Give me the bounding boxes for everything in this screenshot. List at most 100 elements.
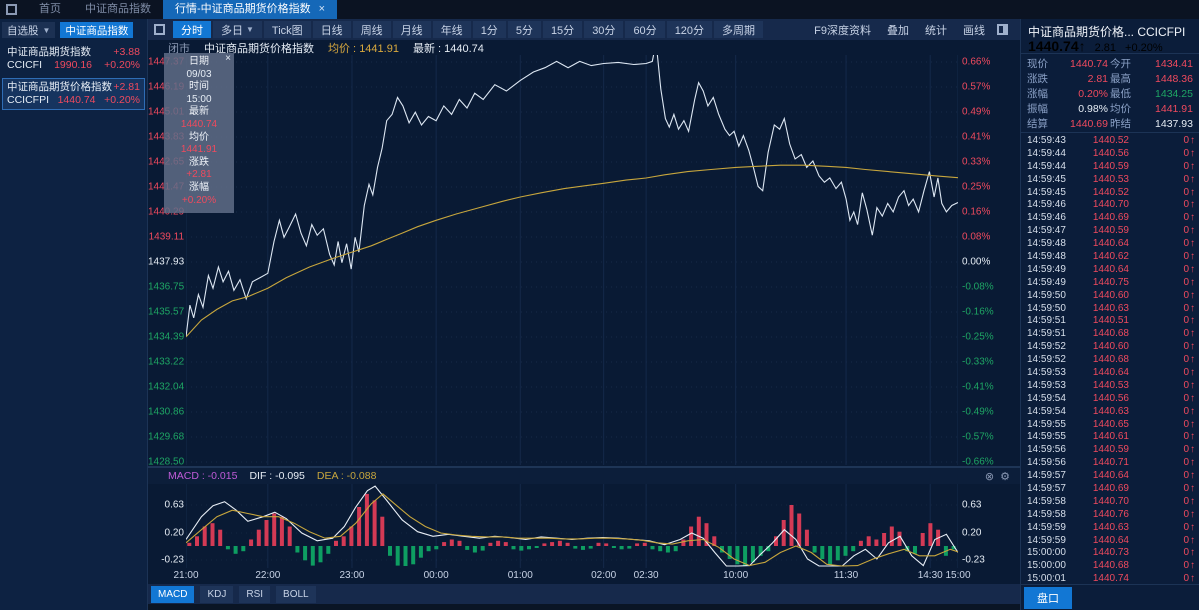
macd-histogram-bar (611, 546, 616, 548)
indicator-tab-rsi[interactable]: RSI (239, 585, 271, 603)
tick-time: 14:59:48 (1027, 250, 1066, 262)
tick-row[interactable]: 14:59:48 1440.62 0 ↑ (1027, 250, 1195, 263)
macd-histogram-bar (496, 540, 501, 546)
intraday-plot[interactable]: 1447.371446.191445.011443.831442.651441.… (148, 53, 1020, 468)
period-button-9[interactable]: 15分 (542, 21, 583, 38)
indicator-tab-boll[interactable]: BOLL (276, 585, 316, 603)
tick-volume: 0 (1183, 366, 1189, 378)
tick-price: 1440.52 (1092, 186, 1129, 198)
tick-row[interactable]: 14:59:50 1440.63 0 ↑ (1027, 302, 1195, 315)
tick-row[interactable]: 15:00:01 1440.74 0 ↑ (1027, 572, 1195, 584)
tick-row[interactable]: 14:59:59 1440.64 0 ↑ (1027, 534, 1195, 547)
up-arrow-icon: ↑ (1190, 276, 1195, 288)
price-change: +2.81 (113, 81, 140, 93)
tick-row[interactable]: 14:59:52 1440.60 0 ↑ (1027, 340, 1195, 353)
gear-icon[interactable]: ⚙ (1000, 470, 1010, 483)
layout-icon[interactable] (154, 24, 165, 35)
tick-volume: 0 (1183, 302, 1189, 314)
period-button-10[interactable]: 30分 (584, 21, 624, 38)
tick-row[interactable]: 14:59:58 1440.76 0 ↑ (1027, 508, 1195, 521)
tick-row[interactable]: 14:59:44 1440.56 0 ↑ (1027, 147, 1195, 160)
macd-histogram-bar (195, 536, 199, 546)
tick-list[interactable]: 14:59:43 1440.52 0 ↑ 14:59:44 1440.56 0 ↑ 14:59:… (1027, 134, 1195, 584)
depth-button[interactable]: 盘口 (1024, 586, 1072, 609)
period-button-5[interactable]: 月线 (392, 21, 431, 38)
tick-row[interactable]: 14:59:51 1440.51 0 ↑ (1027, 314, 1195, 327)
period-button-6[interactable]: 年线 (432, 21, 471, 38)
tick-row[interactable]: 14:59:58 1440.70 0 ↑ (1027, 495, 1195, 508)
window-icon[interactable] (6, 4, 17, 15)
period-button-12[interactable]: 120分 (666, 21, 713, 38)
tab-index-board[interactable]: 中证商品指数 (73, 0, 163, 19)
tick-row[interactable]: 14:59:56 1440.71 0 ↑ (1027, 456, 1195, 469)
close-icon[interactable]: × (225, 53, 231, 64)
tick-row[interactable]: 15:00:00 1440.73 0 ↑ (1027, 547, 1195, 560)
intraday-chart-svg[interactable] (186, 55, 958, 465)
period-button-11[interactable]: 60分 (625, 21, 665, 38)
tick-row[interactable]: 14:59:45 1440.52 0 ↑ (1027, 186, 1195, 199)
tick-row[interactable]: 14:59:43 1440.52 0 ↑ (1027, 134, 1195, 147)
macd-histogram-bar (488, 542, 493, 546)
tick-time: 14:59:53 (1027, 379, 1066, 391)
period-button-7[interactable]: 1分 (472, 21, 506, 38)
tick-row[interactable]: 14:59:46 1440.70 0 ↑ (1027, 198, 1195, 211)
period-button-0[interactable]: 分时 (173, 21, 211, 38)
period-label: 多日 (221, 24, 243, 37)
tick-row[interactable]: 14:59:51 1440.68 0 ↑ (1027, 327, 1195, 340)
last-price: 1990.16 (54, 59, 93, 71)
tick-row[interactable]: 14:59:57 1440.69 0 ↑ (1027, 482, 1195, 495)
data-window-tooltip[interactable]: × 日期 09/03 时间 15:00 最新 1440.74 均价 1441.91 涨跌 +2.8… (164, 53, 234, 213)
up-arrow-icon: ↑ (1190, 354, 1195, 366)
tick-row[interactable]: 14:59:56 1440.59 0 ↑ (1027, 443, 1195, 456)
watchlist-item[interactable]: 中证商品期货指数 +3.88 CCICFI 1990.16 +0.20% (2, 43, 145, 75)
period-button-3[interactable]: 日线 (312, 21, 351, 38)
watchlist-item[interactable]: 中证商品期货价格指数 +2.81 CCICFPI 1440.74 +0.20% (2, 78, 145, 110)
watchlist-group-button[interactable]: 自选股 ▼ (2, 22, 56, 38)
period-button-13[interactable]: 多周期 (714, 21, 764, 38)
tick-row[interactable]: 15:00:00 1440.68 0 ↑ (1027, 559, 1195, 572)
period-button-2[interactable]: Tick图 (263, 21, 311, 38)
macd-chart-svg[interactable] (186, 484, 958, 568)
close-icon[interactable]: × (319, 4, 325, 15)
toolbar-tool-1[interactable]: 叠加 (881, 22, 915, 38)
toolbar-tool-3[interactable]: 画线 (957, 22, 991, 38)
tick-row[interactable]: 14:59:52 1440.68 0 ↑ (1027, 353, 1195, 366)
tab-home[interactable]: 首页 (27, 0, 73, 19)
board-filter-button[interactable]: 中证商品指数 (60, 22, 134, 38)
tick-volume: 0 (1183, 508, 1189, 520)
tick-price: 1440.52 (1092, 134, 1129, 146)
period-button-4[interactable]: 周线 (352, 21, 391, 38)
tick-row[interactable]: 14:59:57 1440.64 0 ↑ (1027, 469, 1195, 482)
tick-row[interactable]: 14:59:54 1440.63 0 ↑ (1027, 405, 1195, 418)
tick-row[interactable]: 14:59:46 1440.69 0 ↑ (1027, 211, 1195, 224)
macd-plot[interactable]: 0.63 0.63 0.20 0.20 -0.23 -0.23 (148, 484, 1020, 568)
tick-row[interactable]: 14:59:55 1440.61 0 ↑ (1027, 430, 1195, 443)
up-arrow-icon: ↑ (1190, 482, 1195, 494)
tick-row[interactable]: 14:59:50 1440.60 0 ↑ (1027, 289, 1195, 302)
tick-row[interactable]: 14:59:44 1440.59 0 ↑ (1027, 160, 1195, 173)
close-circle-icon[interactable]: ⊗ (985, 470, 994, 483)
quote-label: 振幅 (1027, 103, 1048, 115)
tick-row[interactable]: 14:59:48 1440.64 0 ↑ (1027, 237, 1195, 250)
period-button-1[interactable]: 多日 ▼ (213, 21, 262, 38)
toolbar-tool-0[interactable]: F9深度资料 (808, 22, 877, 38)
tick-row[interactable]: 14:59:47 1440.59 0 ↑ (1027, 224, 1195, 237)
tick-row[interactable]: 14:59:49 1440.75 0 ↑ (1027, 276, 1195, 289)
tick-time: 14:59:50 (1027, 289, 1066, 301)
tick-price: 1440.60 (1092, 289, 1129, 301)
tick-row[interactable]: 14:59:53 1440.53 0 ↑ (1027, 379, 1195, 392)
tick-row[interactable]: 14:59:49 1440.64 0 ↑ (1027, 263, 1195, 276)
chevron-down-icon: ▼ (42, 25, 51, 35)
tab-quote-active[interactable]: 行情-中证商品期货价格指数 × (163, 0, 338, 19)
panel-toggle-icon[interactable] (997, 24, 1008, 35)
tick-row[interactable]: 14:59:54 1440.56 0 ↑ (1027, 392, 1195, 405)
tick-row[interactable]: 14:59:45 1440.53 0 ↑ (1027, 173, 1195, 186)
indicator-tab-kdj[interactable]: KDJ (200, 585, 234, 603)
indicator-tab-macd[interactable]: MACD (151, 585, 195, 603)
tick-row[interactable]: 14:59:59 1440.63 0 ↑ (1027, 521, 1195, 534)
period-button-8[interactable]: 5分 (507, 21, 541, 38)
toolbar-tool-2[interactable]: 统计 (919, 22, 953, 38)
x-axis-label: 23:00 (339, 570, 365, 581)
tick-row[interactable]: 14:59:53 1440.64 0 ↑ (1027, 366, 1195, 379)
tick-row[interactable]: 14:59:55 1440.65 0 ↑ (1027, 418, 1195, 431)
